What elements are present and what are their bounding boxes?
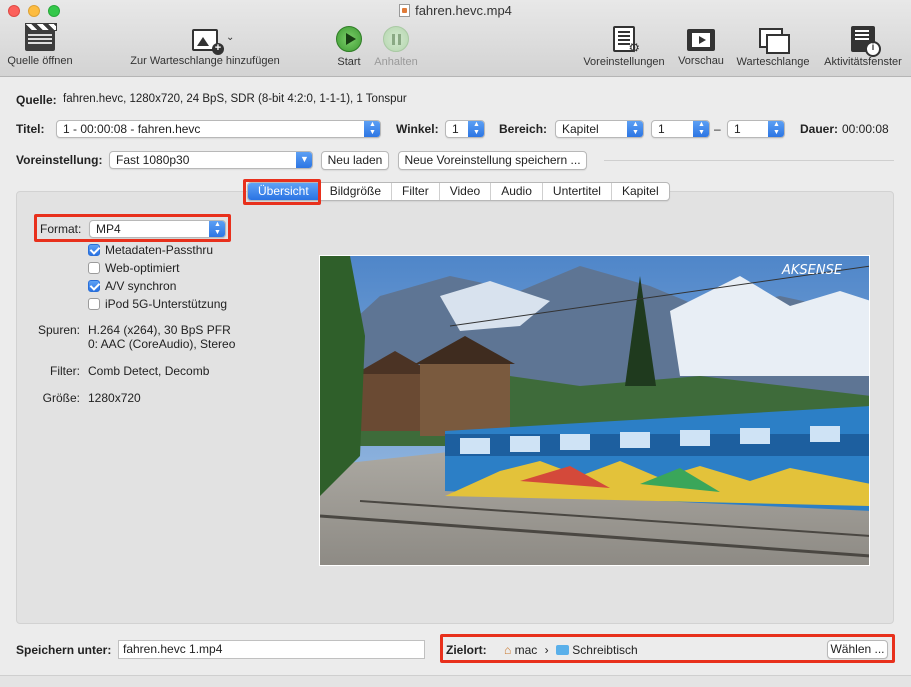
preview-image: AKSENSE — [319, 255, 870, 566]
tab-video[interactable]: Video — [438, 183, 490, 200]
window-toolbar: fahren.hevc.mp4 Quelle öffnen Zur Wartes… — [0, 0, 911, 77]
tracks-audio: 0: AAC (CoreAudio), Stereo — [88, 337, 236, 351]
divider — [604, 160, 894, 161]
range-start-select[interactable]: 1 ▲ ▼ — [651, 120, 710, 138]
updown-arrows-icon: ▲ ▼ — [364, 121, 380, 137]
destination-highlight — [440, 634, 895, 663]
range-label: Bereich: — [499, 122, 548, 136]
filters-label: Filter: — [50, 364, 80, 378]
chevron-down-icon: ▼ — [296, 152, 312, 168]
reload-preset-button[interactable]: Neu laden — [321, 151, 389, 170]
document-icon — [399, 4, 411, 17]
title-select[interactable]: 1 - 00:00:08 - fahren.hevc ▲ ▼ — [56, 120, 381, 138]
window-title: fahren.hevc.mp4 — [415, 3, 512, 18]
size-label: Größe: — [42, 391, 80, 405]
checkbox-checked-icon — [88, 244, 100, 256]
checkbox-checked-icon — [88, 280, 100, 292]
preset-select-value: Fast 1080p30 — [116, 153, 190, 167]
queue-button[interactable]: Warteschlange — [733, 26, 813, 68]
add-to-queue-label: Zur Warteschlange hinzufügen — [130, 55, 280, 67]
duration-label: Dauer: — [800, 122, 839, 136]
activity-window-button[interactable]: Aktivitätsfenster — [818, 26, 908, 68]
range-end-select[interactable]: 1 ▲ ▼ — [727, 120, 785, 138]
updown-arrows-icon: ▲ ▼ — [768, 121, 784, 137]
ipod-support-label: iPod 5G-Unterstützung — [105, 297, 228, 311]
filters-value: Comb Detect, Decomb — [88, 364, 210, 378]
source-info: fahren.hevc, 1280x720, 24 BpS, SDR (8-bi… — [63, 93, 407, 105]
metadata-passthru-label: Metadaten-Passthru — [105, 243, 214, 257]
ipod-support-checkbox[interactable]: iPod 5G-Unterstützung — [88, 297, 227, 311]
format-highlight — [34, 214, 231, 242]
duration-value: 00:00:08 — [842, 122, 889, 136]
web-optimized-checkbox[interactable]: Web-optimiert — [88, 261, 179, 275]
range-end-value: 1 — [734, 122, 741, 136]
tab-audio[interactable]: Audio — [490, 183, 542, 200]
tab-chapters[interactable]: Kapitel — [610, 183, 669, 200]
chevron-down-icon[interactable]: ⌄ — [226, 32, 234, 43]
clapperboard-icon — [25, 23, 57, 51]
pause-icon — [383, 26, 409, 52]
preset-select[interactable]: Fast 1080p30 ▼ — [109, 151, 313, 169]
play-icon — [336, 26, 362, 52]
angle-select[interactable]: 1 ▲ ▼ — [445, 120, 485, 138]
preset-label: Voreinstellung: — [16, 153, 103, 167]
open-source-label: Quelle öffnen — [7, 55, 73, 67]
web-optimized-label: Web-optimiert — [105, 261, 180, 275]
bottom-bar — [0, 675, 911, 687]
queue-label: Warteschlange — [736, 56, 810, 68]
activity-log-icon — [851, 26, 881, 57]
source-label: Quelle: — [16, 93, 57, 107]
checkbox-unchecked-icon — [88, 262, 100, 274]
tab-filters[interactable]: Filter — [391, 183, 439, 200]
tab-dimensions[interactable]: Bildgröße — [318, 183, 391, 200]
activity-window-label: Aktivitätsfenster — [824, 56, 902, 68]
range-start-value: 1 — [658, 122, 665, 136]
open-source-button[interactable]: Quelle öffnen — [4, 23, 76, 67]
tracks-video: H.264 (x264), 30 BpS PFR — [88, 323, 231, 337]
title-label: Titel: — [16, 122, 45, 136]
start-button[interactable]: Start — [330, 26, 368, 68]
metadata-passthru-checkbox[interactable]: Metadaten-Passthru — [88, 243, 213, 257]
watermark-text: AKSENSE — [781, 263, 843, 278]
presets-button[interactable]: Voreinstellungen — [579, 26, 669, 68]
tracks-label: Spuren: — [37, 323, 80, 337]
summary-tab-highlight — [243, 179, 321, 205]
queue-icon — [759, 28, 790, 54]
av-sync-label: A/V synchron — [105, 279, 177, 293]
save-new-preset-button[interactable]: Neue Voreinstellung speichern ... — [398, 151, 587, 170]
presets-label: Voreinstellungen — [583, 56, 665, 68]
size-value: 1280x720 — [88, 391, 141, 405]
add-photo-icon — [192, 29, 224, 55]
updown-arrows-icon: ▲ ▼ — [468, 121, 484, 137]
preview-label: Vorschau — [678, 55, 724, 67]
angle-select-value: 1 — [452, 122, 459, 136]
preview-button[interactable]: Vorschau — [675, 26, 727, 67]
range-type-select[interactable]: Kapitel ▲ ▼ — [555, 120, 644, 138]
title-select-value: 1 - 00:00:08 - fahren.hevc — [63, 122, 201, 136]
save-as-label: Speichern unter: — [16, 643, 112, 657]
window-title-bar: fahren.hevc.mp4 — [0, 3, 911, 18]
preview-scene: AKSENSE — [320, 256, 869, 565]
checkbox-unchecked-icon — [88, 298, 100, 310]
filename-input[interactable]: fahren.hevc 1.mp4 — [118, 640, 425, 659]
tab-subtitles[interactable]: Untertitel — [541, 183, 611, 200]
pause-button[interactable]: Anhalten — [372, 26, 420, 68]
film-icon — [687, 29, 715, 51]
angle-label: Winkel: — [396, 122, 439, 136]
av-sync-checkbox[interactable]: A/V synchron — [88, 279, 176, 293]
presets-icon — [613, 26, 640, 56]
range-type-value: Kapitel — [562, 122, 599, 136]
start-label: Start — [337, 56, 361, 68]
updown-arrows-icon: ▲ ▼ — [693, 121, 709, 137]
pause-label: Anhalten — [374, 56, 418, 68]
range-dash: – — [714, 122, 721, 136]
add-to-queue-button[interactable]: Zur Warteschlange hinzufügen — [122, 26, 288, 67]
updown-arrows-icon: ▲ ▼ — [627, 121, 643, 137]
